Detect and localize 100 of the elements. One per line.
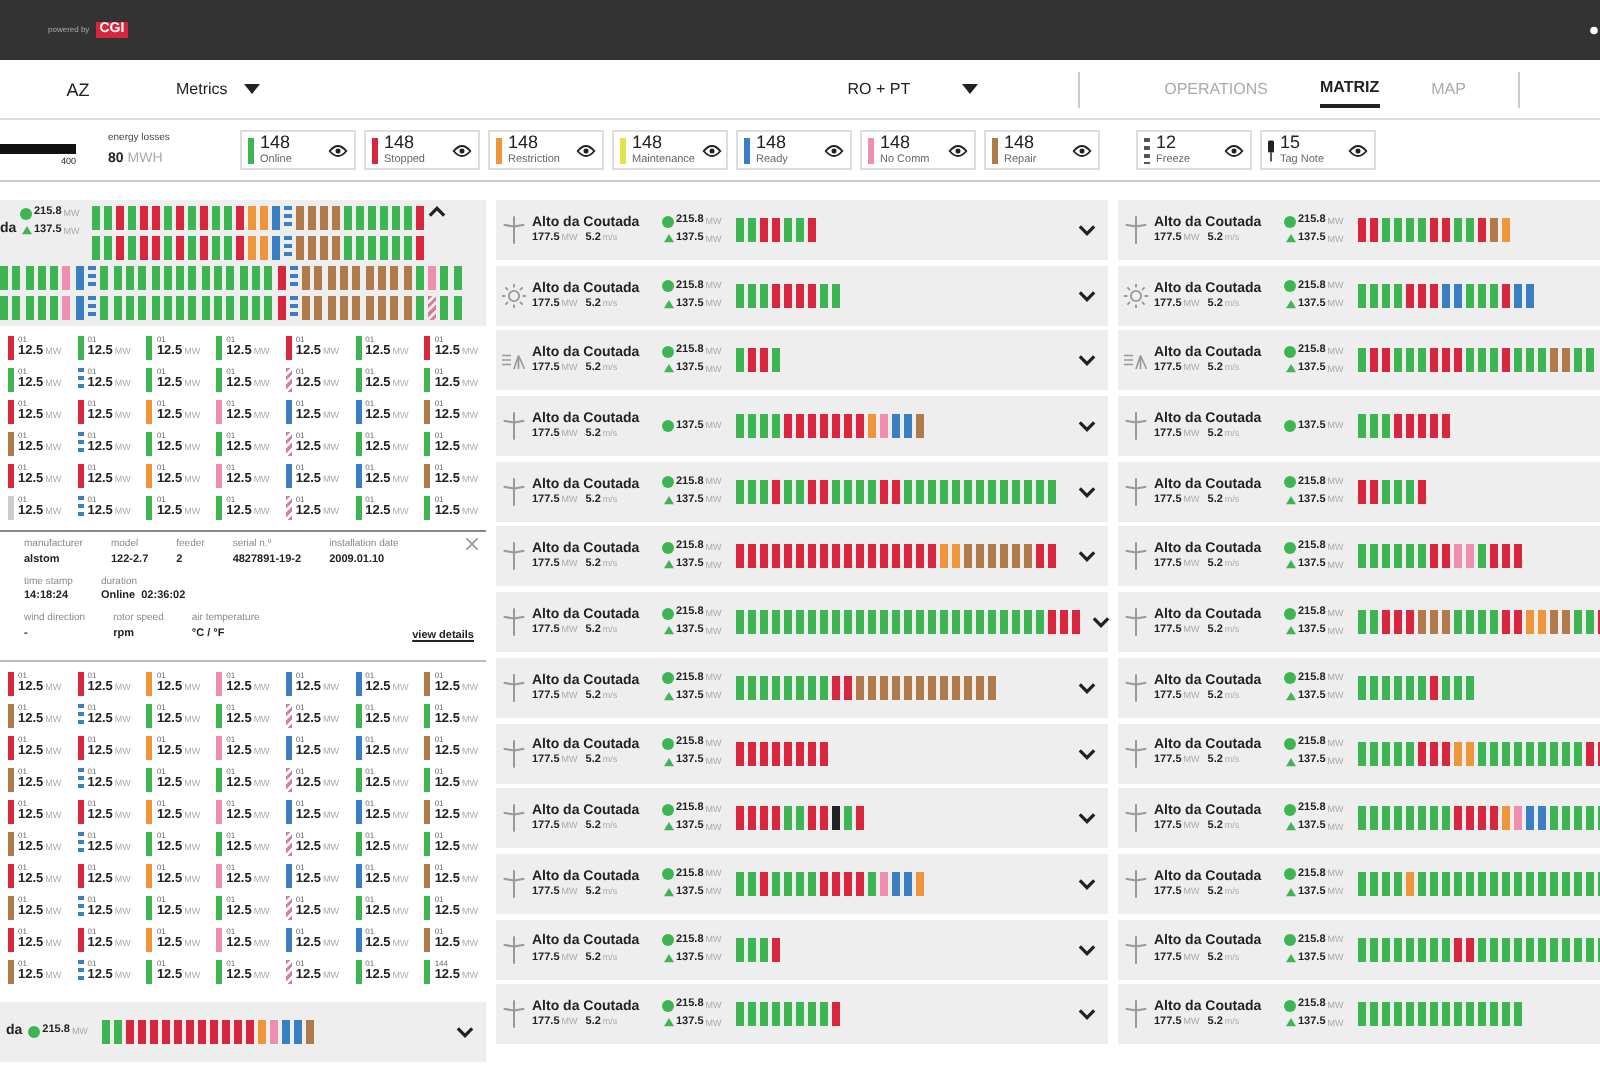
arrow-up-icon <box>663 822 673 833</box>
status-bar-icon <box>8 832 14 856</box>
status-count: 148 <box>1004 131 1037 154</box>
status-bar-icon <box>285 736 292 760</box>
status-bar-icon <box>424 368 431 392</box>
status-dot-icon <box>662 280 674 293</box>
status-bar-icon <box>285 336 292 360</box>
status-bar-icon <box>77 672 84 696</box>
status-bar-icon <box>424 672 431 696</box>
status-bar-icon <box>77 960 84 984</box>
status-dot-icon <box>1284 803 1296 816</box>
expand-chevron-icon[interactable] <box>1078 289 1096 302</box>
status-bar-icon <box>424 800 431 824</box>
user-icon[interactable] <box>1588 24 1600 40</box>
status-bar-icon <box>285 896 292 920</box>
arrow-up-icon <box>1285 495 1295 506</box>
eye-icon[interactable] <box>1348 143 1368 157</box>
eye-icon[interactable] <box>452 143 472 157</box>
status-dot-icon <box>662 672 674 685</box>
collapse-chevron-icon[interactable] <box>428 206 446 218</box>
wind-turbine-icon <box>1124 935 1148 964</box>
close-icon[interactable] <box>466 538 478 550</box>
wind-turbine-icon <box>1124 673 1148 702</box>
status-bar-icon <box>77 896 84 920</box>
eye-icon[interactable] <box>701 143 721 157</box>
status-bar-icon <box>355 496 362 520</box>
expand-chevron-icon[interactable] <box>456 1026 474 1038</box>
status-bar-icon <box>77 368 84 392</box>
wind-turbine-icon <box>502 804 526 833</box>
status-bar-icon <box>8 336 14 360</box>
status-bar-icon <box>216 432 223 456</box>
arrow-up-icon <box>663 953 673 964</box>
view-tab[interactable]: MATRIZ <box>1319 70 1380 108</box>
wind-turbine-icon <box>1124 1000 1148 1029</box>
eye-icon[interactable] <box>1224 143 1244 157</box>
status-bar-icon <box>424 432 431 456</box>
status-dot-icon <box>662 934 674 947</box>
status-bar-icon <box>355 736 362 760</box>
expand-chevron-icon[interactable] <box>1078 354 1096 367</box>
arrow-up-icon <box>1285 953 1295 964</box>
status-dot-icon <box>662 999 674 1012</box>
status-bar-icon <box>146 464 153 488</box>
status-bar-icon <box>146 368 153 392</box>
expand-chevron-icon[interactable] <box>1078 224 1096 236</box>
region-dropdown[interactable]: RO + PT <box>847 80 979 98</box>
status-bar-icon <box>77 704 84 728</box>
eye-icon[interactable] <box>1072 143 1092 157</box>
arrow-up-icon <box>663 299 673 310</box>
arrow-up-icon <box>1285 691 1295 702</box>
status-color-bar <box>372 137 378 163</box>
expand-chevron-icon[interactable] <box>1078 550 1096 563</box>
expand-chevron-icon[interactable] <box>1078 812 1096 825</box>
arrow-up-icon <box>663 1018 673 1029</box>
status-bar-icon <box>424 832 431 856</box>
status-bar-icon <box>285 672 292 696</box>
arrow-up-icon <box>663 757 673 767</box>
status-bar-icon <box>285 432 292 456</box>
dotted-bar-icon <box>1144 137 1150 163</box>
status-dot-icon <box>1284 420 1296 433</box>
status-bar-icon <box>146 864 153 888</box>
status-count: 148 <box>632 131 665 154</box>
tag-pin-icon <box>1268 137 1274 163</box>
status-dot-icon <box>20 207 32 219</box>
status-bar-icon <box>424 864 431 888</box>
status-bar-icon <box>216 864 223 888</box>
expand-chevron-icon[interactable] <box>1092 616 1110 629</box>
eye-icon[interactable] <box>824 143 844 157</box>
eye-icon[interactable] <box>948 143 968 157</box>
wind-turbine-icon <box>1124 542 1148 571</box>
status-color-bar <box>620 137 626 163</box>
expand-chevron-icon[interactable] <box>1078 681 1096 694</box>
status-dot-icon <box>662 607 674 620</box>
expand-chevron-icon[interactable] <box>1078 747 1096 759</box>
status-dot-icon <box>1284 999 1296 1012</box>
eye-icon[interactable] <box>328 143 348 157</box>
status-bar-icon <box>77 832 84 856</box>
status-bar-icon <box>355 368 362 392</box>
status-dot-icon <box>662 803 674 816</box>
status-bar-icon <box>216 336 223 360</box>
status-dot-icon <box>662 215 674 227</box>
status-bar-icon <box>285 928 292 952</box>
status-bar-icon <box>285 960 292 984</box>
status-bar-icon <box>146 768 153 792</box>
expand-chevron-icon[interactable] <box>1078 485 1096 498</box>
expand-chevron-icon[interactable] <box>1078 1008 1096 1021</box>
status-dot-icon <box>1284 215 1296 227</box>
eye-icon[interactable] <box>576 143 596 157</box>
expand-chevron-icon[interactable] <box>1078 877 1096 890</box>
expand-chevron-icon[interactable] <box>1078 943 1096 956</box>
status-bar-icon <box>8 432 14 456</box>
status-bar-icon <box>8 768 14 792</box>
expand-chevron-icon[interactable] <box>1078 420 1096 433</box>
metrics-dropdown[interactable]: Metrics <box>176 80 260 98</box>
arrow-up-icon <box>663 495 673 506</box>
status-bar-icon <box>77 800 84 824</box>
arrow-up-icon <box>663 887 673 898</box>
status-bar-icon <box>8 496 14 520</box>
status-dot-icon <box>1284 476 1296 489</box>
sort-button[interactable]: AZ <box>64 79 92 99</box>
status-bar-icon <box>355 400 362 424</box>
